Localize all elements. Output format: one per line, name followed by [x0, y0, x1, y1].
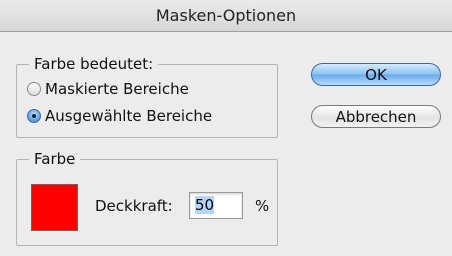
radio-selected-areas[interactable]: Ausgewählte Bereiche	[27, 107, 212, 125]
color-group: Farbe Deckkraft: 50 %	[16, 150, 278, 246]
opacity-label: Deckkraft:	[95, 197, 173, 215]
radio-masked-areas[interactable]: Maskierte Bereiche	[27, 80, 189, 98]
title-bar[interactable]: Masken-Optionen	[0, 0, 452, 32]
opacity-input[interactable]: 50	[189, 192, 243, 219]
color-swatch[interactable]	[31, 184, 78, 231]
window-title: Masken-Optionen	[155, 6, 297, 25]
opacity-unit: %	[255, 197, 270, 215]
color-meaning-group: Farbe bedeutet: Maskierte Bereiche Ausge…	[16, 55, 278, 138]
radio-masked-areas-label: Maskierte Bereiche	[45, 80, 189, 98]
ok-button[interactable]: OK	[311, 63, 441, 86]
radio-masked-areas-control[interactable]	[27, 82, 41, 96]
dialog-body: Farbe bedeutet: Maskierte Bereiche Ausge…	[0, 32, 452, 256]
color-legend: Farbe	[29, 150, 81, 168]
radio-selected-areas-label: Ausgewählte Bereiche	[45, 107, 213, 125]
radio-selected-areas-control[interactable]	[27, 109, 41, 123]
cancel-button[interactable]: Abbrechen	[311, 105, 441, 128]
color-meaning-legend: Farbe bedeutet:	[29, 55, 159, 73]
opacity-value: 50	[195, 196, 215, 214]
